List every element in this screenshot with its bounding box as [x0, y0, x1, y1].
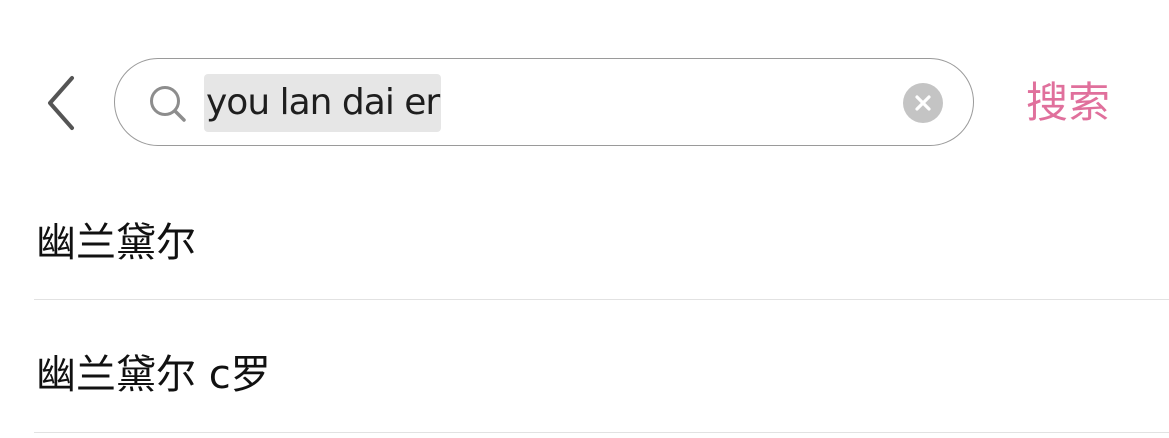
divider [34, 299, 1169, 300]
suggestion-label: 幽兰黛尔 [36, 220, 196, 266]
search-bar[interactable]: you lan dai er [114, 58, 974, 146]
search-input[interactable]: you lan dai er [204, 74, 442, 132]
chevron-left-icon [48, 76, 74, 130]
suggestion-label: 幽兰黛尔 c罗 [36, 352, 271, 398]
suggestion-item[interactable]: 幽兰黛尔 c罗 [0, 304, 1169, 436]
divider [34, 432, 1169, 433]
clear-button[interactable] [903, 83, 943, 123]
search-button[interactable]: 搜索 [1026, 72, 1110, 134]
search-icon [150, 86, 186, 122]
clear-icon [915, 95, 931, 111]
search-page: you lan dai er 搜索 幽兰黛尔 幽兰黛尔 c罗 [0, 0, 1169, 438]
back-button[interactable] [38, 72, 86, 134]
suggestion-item[interactable]: 幽兰黛尔 [0, 172, 1169, 304]
